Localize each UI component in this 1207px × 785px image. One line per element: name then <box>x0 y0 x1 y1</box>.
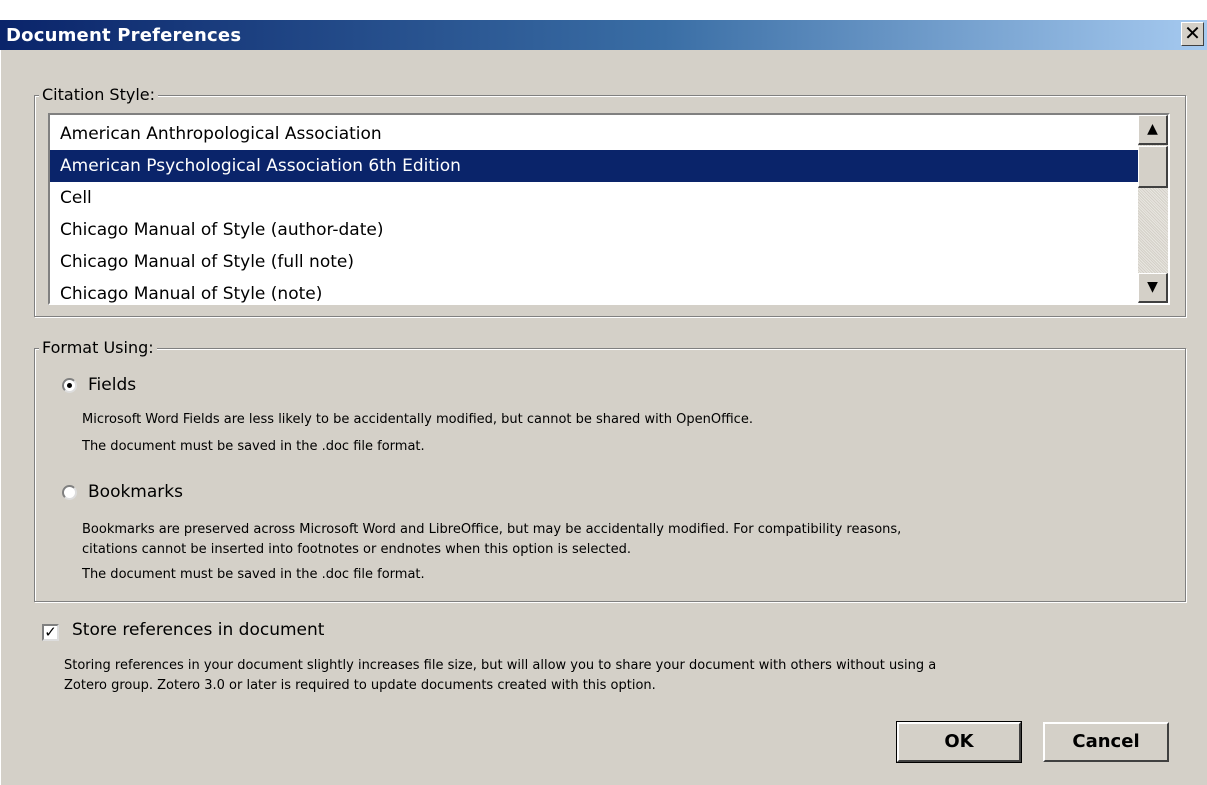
scroll-down-button[interactable]: ▼ <box>1138 273 1168 303</box>
citation-style-list[interactable]: American Anthropological Association Amer… <box>48 113 1170 305</box>
list-item[interactable]: Cell <box>50 182 1138 214</box>
fields-description: Microsoft Word Fields are less likely to… <box>82 410 753 457</box>
scroll-thumb[interactable] <box>1138 146 1168 188</box>
bookmarks-radio[interactable] <box>62 484 77 500</box>
fields-label: Fields <box>88 375 137 395</box>
close-button[interactable]: ✕ <box>1181 22 1204 46</box>
cancel-button[interactable]: Cancel <box>1043 722 1169 762</box>
store-desc-line2: Zotero group. Zotero 3.0 or later is req… <box>64 678 656 693</box>
ok-button[interactable]: OK <box>896 721 1022 763</box>
fields-option[interactable]: Fields <box>62 375 136 395</box>
list-item[interactable]: Chicago Manual of Style (note) <box>50 278 1138 303</box>
scroll-up-button[interactable]: ▲ <box>1138 115 1168 145</box>
store-desc-line1: Storing references in your document slig… <box>64 658 937 673</box>
close-icon: ✕ <box>1184 21 1201 45</box>
bookmarks-desc-line3: The document must be saved in the .doc f… <box>82 567 425 582</box>
title-bar[interactable]: Document Preferences ✕ <box>0 20 1207 50</box>
bookmarks-description: Bookmarks are preserved across Microsoft… <box>82 520 901 585</box>
bookmarks-desc-line1: Bookmarks are preserved across Microsoft… <box>82 522 902 537</box>
fields-desc-line2: The document must be saved in the .doc f… <box>82 439 425 454</box>
bookmarks-option[interactable]: Bookmarks <box>62 482 183 502</box>
list-item[interactable]: Chicago Manual of Style (author-date) <box>50 214 1138 246</box>
fields-desc-line1: Microsoft Word Fields are less likely to… <box>82 412 753 427</box>
bookmarks-label: Bookmarks <box>88 482 183 502</box>
store-references-description: Storing references in your document slig… <box>64 656 936 696</box>
checkmark-icon: ✓ <box>44 623 57 641</box>
list-item[interactable]: American Anthropological Association <box>50 118 1138 150</box>
citation-style-legend: Citation Style: <box>39 85 159 104</box>
arrow-down-icon: ▼ <box>1147 279 1158 295</box>
arrow-up-icon: ▲ <box>1147 121 1158 137</box>
background-strip <box>0 0 1207 20</box>
store-references-label[interactable]: Store references in document <box>72 620 324 640</box>
fields-radio[interactable] <box>62 377 77 393</box>
bookmarks-desc-line2: citations cannot be inserted into footno… <box>82 542 632 557</box>
citation-style-items: American Anthropological Association Amer… <box>50 118 1138 303</box>
format-using-legend: Format Using: <box>39 338 157 357</box>
list-item[interactable]: American Psychological Association 6th E… <box>50 150 1138 182</box>
list-item[interactable]: Chicago Manual of Style (full note) <box>50 246 1138 278</box>
list-scrollbar[interactable]: ▲ ▼ <box>1138 115 1168 303</box>
window-title: Document Preferences <box>6 25 242 46</box>
store-references-checkbox[interactable]: ✓ <box>42 624 59 641</box>
